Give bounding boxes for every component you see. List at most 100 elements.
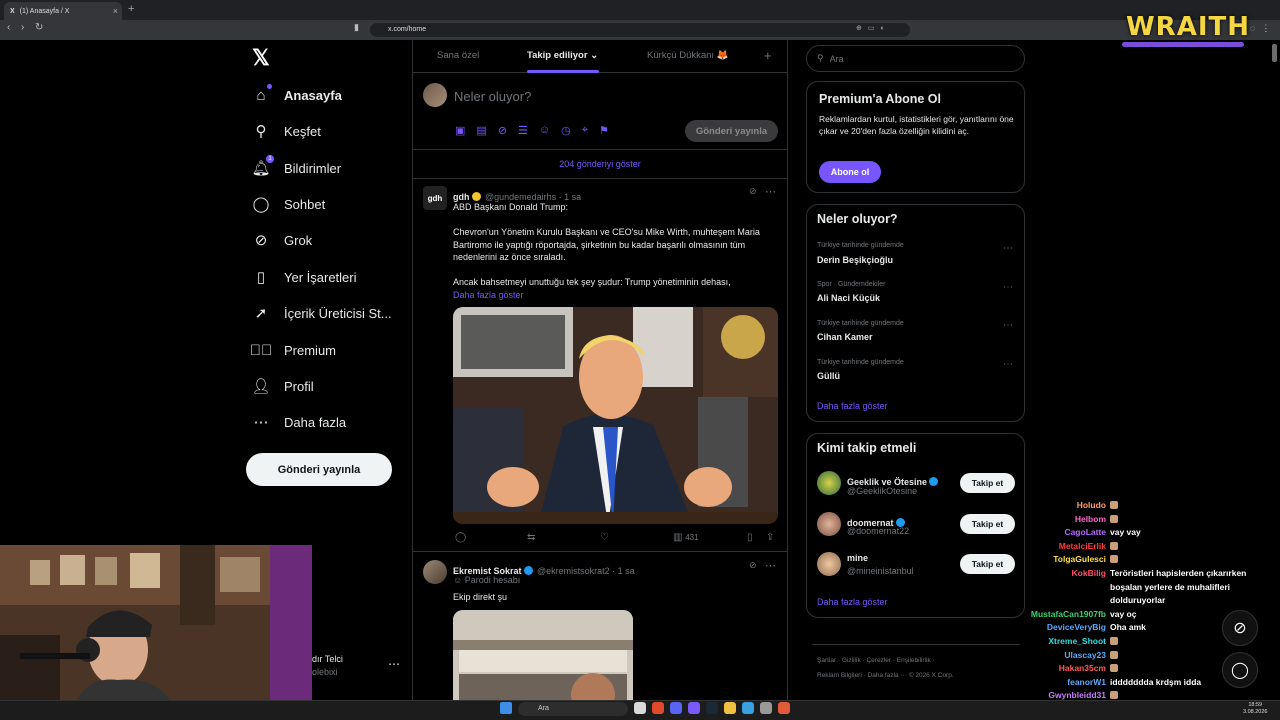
location-icon[interactable]: ⌖: [582, 124, 588, 137]
subscribe-button[interactable]: Abone ol: [819, 161, 881, 183]
browser-tab[interactable]: X (1) Anasayfa / X ×: [4, 2, 122, 20]
flag-icon[interactable]: ⚑: [599, 124, 609, 137]
chat-username[interactable]: Gwynbleidd31: [1010, 690, 1106, 700]
account-name[interactable]: dır Telci: [312, 654, 343, 664]
compose-input[interactable]: Neler oluyor?: [454, 89, 531, 104]
show-new-posts[interactable]: 204 gönderiyi göster: [413, 150, 787, 178]
sidebar-item-premium[interactable]: ✓⃝ Premium: [250, 335, 336, 365]
sidebar-item-explore[interactable]: ⚲ Keşfet: [252, 116, 321, 146]
views-button[interactable]: ▥ 431: [673, 532, 699, 543]
schedule-icon[interactable]: ◷: [561, 124, 571, 137]
trend-item[interactable]: Derin Beşikçioğlu: [817, 255, 893, 265]
address-bar-actions[interactable]: ⊕▭◐: [856, 24, 891, 32]
image-icon[interactable]: ▣: [455, 124, 465, 137]
browser-menu-icons[interactable]: ◌⋮: [1250, 23, 1276, 34]
sidebar-item-notifications[interactable]: 🔔︎ 1 Bildirimler: [251, 153, 341, 183]
sidebar-item-home[interactable]: ⌂ Anasayfa: [252, 80, 342, 110]
chat-username[interactable]: Xtreme_Shoot: [1010, 636, 1106, 646]
chat-username[interactable]: TolgaGulesci: [1010, 554, 1106, 564]
tab-following[interactable]: Takip ediliyor ⌄: [527, 50, 598, 61]
app-icon[interactable]: [742, 702, 754, 714]
close-tab-icon[interactable]: ×: [113, 6, 118, 16]
chat-icon[interactable]: ◯: [1222, 652, 1258, 688]
add-tab-icon[interactable]: +: [764, 48, 772, 63]
footer-links-2[interactable]: Reklam Bilgileri · Daha fazla ··· © 2026…: [817, 672, 954, 679]
app-icon[interactable]: [634, 702, 646, 714]
chat-username[interactable]: MustafaCan1907fb: [1010, 609, 1106, 619]
sidebar-item-bookmarks[interactable]: ▯ Yer İşaretleri: [252, 262, 357, 292]
chat-username[interactable]: feanorW1: [1010, 677, 1106, 687]
brave-icon[interactable]: [652, 702, 664, 714]
sidebar-item-grok[interactable]: ⊘ Grok: [252, 225, 312, 255]
poll-icon[interactable]: ☰: [518, 124, 528, 137]
forward-icon[interactable]: ›: [21, 22, 24, 33]
search-input[interactable]: ⚲ Ara: [806, 45, 1025, 72]
avatar[interactable]: [817, 512, 841, 536]
sidebar-item-creator-studio[interactable]: ➚ İçerik Üreticisi St...: [252, 298, 392, 328]
tab-list[interactable]: Kürkçü Dükkanı 🦊: [647, 50, 729, 61]
app-icon[interactable]: [778, 702, 790, 714]
app-icon[interactable]: [760, 702, 772, 714]
share-icon[interactable]: ⇪: [766, 532, 774, 543]
trends-show-more[interactable]: Daha fazla göster: [817, 401, 888, 411]
sidebar-item-more[interactable]: ⋯ Daha fazla: [252, 407, 347, 437]
sidebar-item-profile[interactable]: 👤︎ Profil: [251, 371, 313, 401]
more-options-icon[interactable]: ⋯: [765, 559, 776, 572]
account-menu-icon[interactable]: ⋯: [388, 657, 400, 671]
more-options-icon[interactable]: ⋯: [1003, 359, 1013, 370]
scrollbar[interactable]: [1272, 44, 1277, 62]
grok-icon[interactable]: ⊘: [749, 560, 757, 571]
tab-for-you[interactable]: Sana özel: [437, 50, 479, 61]
avatar[interactable]: [817, 552, 841, 576]
follow-show-more[interactable]: Daha fazla göster: [817, 597, 888, 607]
avatar[interactable]: gdh: [423, 186, 447, 210]
new-tab-button[interactable]: +: [128, 3, 134, 15]
follow-button[interactable]: Takip et: [960, 473, 1015, 493]
more-options-icon[interactable]: ⋯: [1003, 243, 1013, 254]
taskbar-search[interactable]: Ara: [518, 702, 628, 716]
reply-icon[interactable]: ◯: [455, 532, 466, 543]
follow-button[interactable]: Takip et: [960, 514, 1015, 534]
folder-icon[interactable]: [724, 702, 736, 714]
emoji-icon[interactable]: ☺: [539, 124, 550, 137]
compose-post-button[interactable]: Gönderi yayınla: [685, 120, 778, 142]
follow-button[interactable]: Takip et: [960, 554, 1015, 574]
avatar[interactable]: [423, 560, 447, 584]
bookmark-icon[interactable]: ▯: [747, 532, 753, 543]
steam-icon[interactable]: [706, 702, 718, 714]
trend-item[interactable]: Ali Naci Küçük: [817, 293, 880, 303]
chat-username[interactable]: Hakan35cm: [1010, 663, 1106, 673]
trend-item[interactable]: Güllü: [817, 371, 840, 381]
tweet-photo[interactable]: [453, 610, 633, 700]
address-bar[interactable]: x.com/home: [370, 23, 910, 37]
app-icon[interactable]: [688, 702, 700, 714]
show-more-link[interactable]: Daha fazla göster: [453, 289, 779, 302]
more-options-icon[interactable]: ⋯: [765, 185, 776, 198]
chat-username[interactable]: Ulascay23: [1010, 650, 1106, 660]
reload-icon[interactable]: ↻: [35, 22, 43, 33]
sidebar-item-chat[interactable]: ◯ Sohbet: [252, 189, 326, 219]
chat-username[interactable]: CagoLatte: [1010, 527, 1106, 537]
follow-name[interactable]: mine: [847, 553, 868, 563]
chat-username[interactable]: MetalciErlik: [1010, 541, 1106, 551]
trend-item[interactable]: Cihan Kamer: [817, 332, 873, 342]
gif-icon[interactable]: ▤: [476, 124, 486, 137]
chat-username[interactable]: DeviceVeryBig: [1010, 622, 1106, 632]
tweet-photo[interactable]: [453, 307, 778, 524]
more-options-icon[interactable]: ⋯: [1003, 320, 1013, 331]
back-icon[interactable]: ‹: [7, 22, 10, 33]
x-logo-icon[interactable]: 𝕏: [252, 47, 274, 69]
post-button[interactable]: Gönderi yayınla: [246, 453, 392, 486]
avatar[interactable]: [423, 83, 447, 107]
like-icon[interactable]: ♡: [600, 532, 609, 543]
repost-icon[interactable]: ⇆: [527, 532, 535, 543]
windows-start-icon[interactable]: [500, 702, 512, 714]
chat-username[interactable]: Helbom: [1010, 514, 1106, 524]
more-options-icon[interactable]: ⋯: [1003, 282, 1013, 293]
avatar[interactable]: [817, 471, 841, 495]
chat-username[interactable]: KokBilig: [1010, 568, 1106, 578]
clock[interactable]: 18:59 3.08.2026: [1243, 702, 1267, 716]
grok-icon[interactable]: ⊘: [498, 124, 507, 137]
discord-icon[interactable]: [670, 702, 682, 714]
grok-icon[interactable]: ⊘: [749, 186, 757, 197]
